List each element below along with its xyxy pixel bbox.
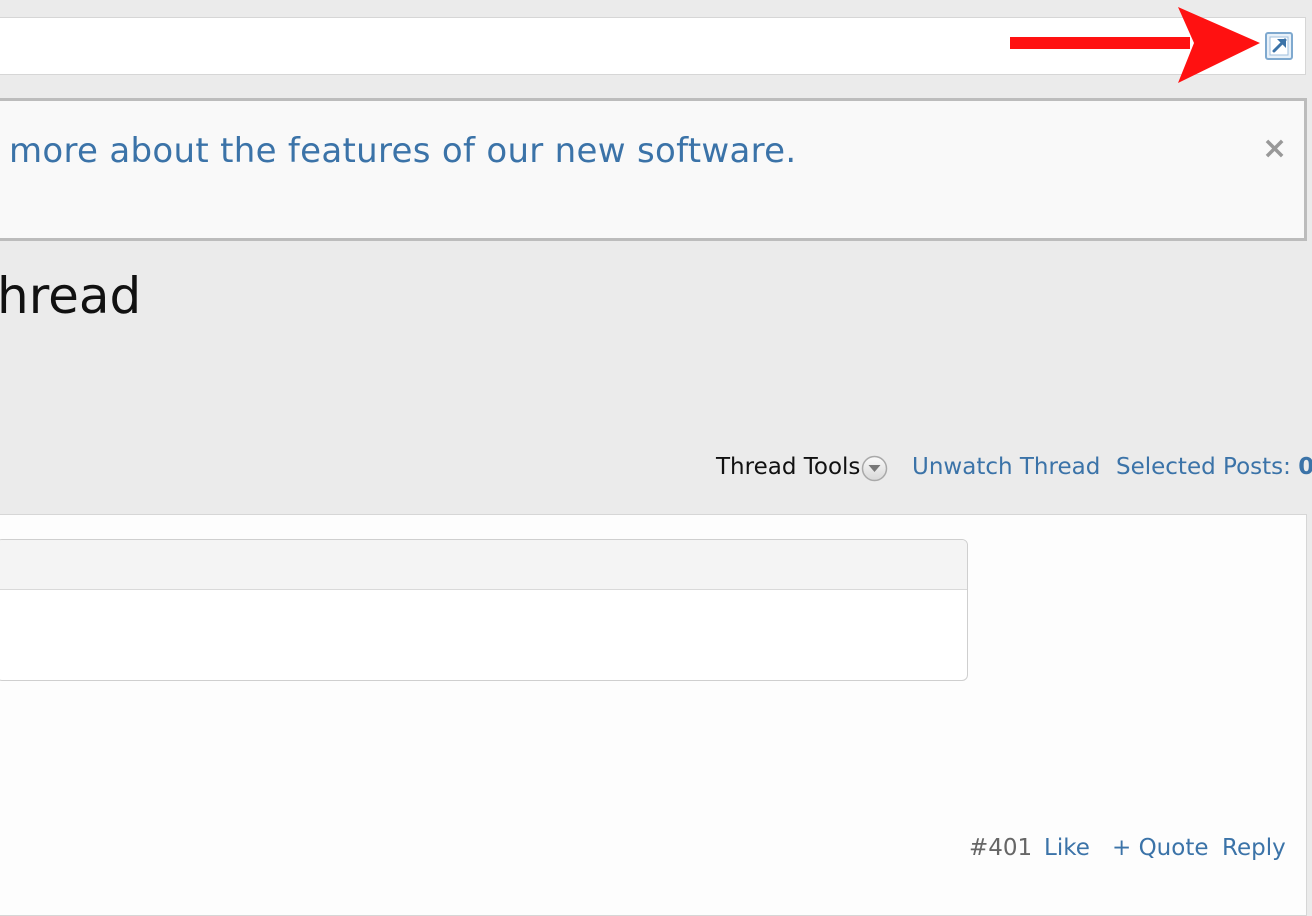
selected-posts-count: 0 [1298,454,1312,480]
page-title: hread [0,267,142,325]
popout-icon[interactable] [1264,31,1294,61]
notice-banner: more about the features of our new softw… [0,98,1307,241]
quote-box [0,539,968,681]
close-icon[interactable]: × [1262,134,1287,164]
quote-header [0,540,967,590]
post-number[interactable]: #401 [969,835,1032,861]
quote-button[interactable]: + Quote [1112,835,1209,861]
like-button[interactable]: Like [1044,835,1090,861]
chevron-down-icon[interactable] [861,455,888,482]
reply-button[interactable]: Reply [1222,835,1286,861]
selected-posts-link[interactable]: Selected Posts: 0 [1116,454,1312,480]
notice-link[interactable]: more about the features of our new softw… [9,131,796,171]
red-arrow-annotation [1010,7,1260,83]
thread-tools-menu[interactable]: Thread Tools [716,454,860,480]
selected-posts-label: Selected Posts: [1116,454,1299,480]
unwatch-thread-link[interactable]: Unwatch Thread [912,454,1100,480]
